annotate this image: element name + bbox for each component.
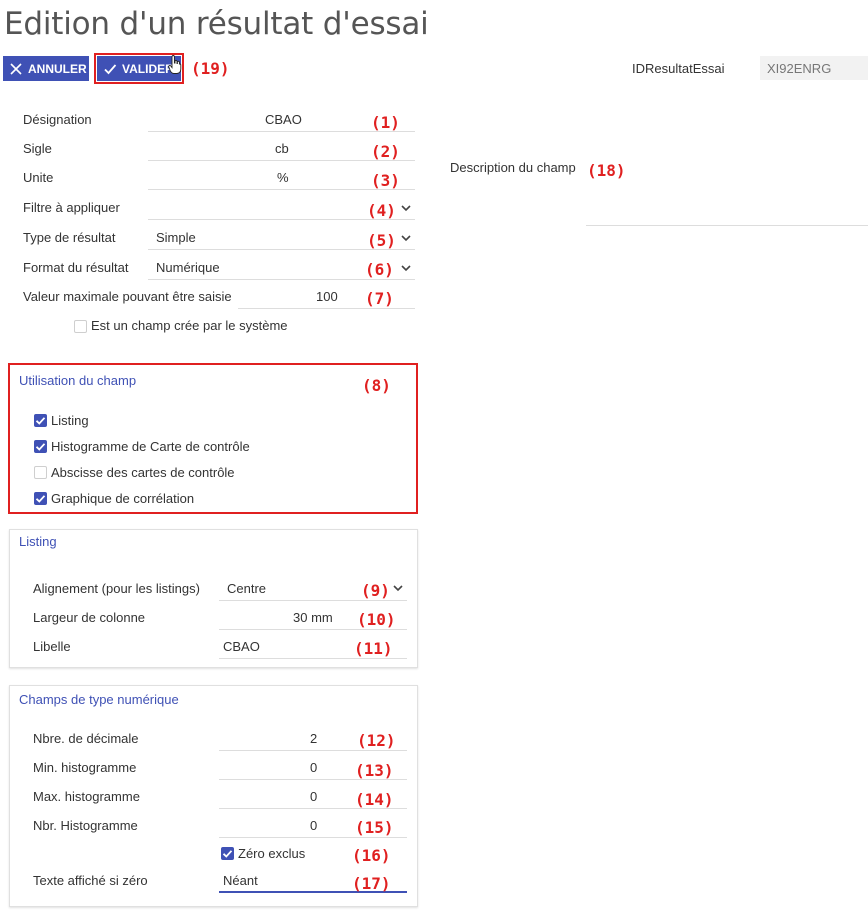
largeur-underline: [219, 629, 407, 630]
annotation-17: (17): [352, 874, 391, 893]
annotation-9: (9): [361, 581, 390, 600]
annotation-19: (19): [191, 59, 230, 78]
max-histo-value: 0: [310, 789, 318, 804]
id-resultat-value: XI92ENRG: [767, 61, 832, 76]
description-underline: [586, 225, 868, 226]
annotation-1: (1): [371, 113, 400, 132]
champ-systeme-checkbox[interactable]: [74, 320, 87, 333]
decimales-underline: [219, 750, 407, 751]
annotation-5: (5): [367, 231, 396, 250]
annotation-2: (2): [371, 142, 400, 161]
cancel-label: ANNULER: [28, 61, 87, 76]
champ-systeme-label: Est un champ crée par le système: [91, 318, 288, 333]
valeur-max-underline: [238, 308, 415, 309]
format-resultat-label: Format du résultat: [23, 260, 129, 275]
chevron-down-icon[interactable]: [400, 232, 412, 244]
hand-cursor-icon: [168, 55, 182, 78]
description-input[interactable]: [586, 190, 868, 225]
zero-exclus-label: Zéro exclus: [238, 846, 306, 861]
validate-label: VALIDER: [122, 61, 174, 76]
unite-value: %: [277, 170, 289, 185]
decimales-value: 2: [310, 731, 318, 746]
listing-checkbox[interactable]: [34, 414, 47, 427]
annotation-16: (16): [352, 846, 391, 865]
libelle-label: Libelle: [33, 639, 71, 654]
chevron-down-icon[interactable]: [392, 582, 404, 594]
annotation-7: (7): [365, 289, 394, 308]
annotation-3: (3): [371, 171, 400, 190]
listing-checkbox-label: Listing: [51, 413, 89, 428]
annotation-4: (4): [367, 201, 396, 220]
texte-zero-label: Texte affiché si zéro: [33, 873, 148, 888]
page-title: Edition d'un résultat d'essai: [4, 6, 429, 42]
designation-label: Désignation: [23, 112, 92, 127]
annotation-11: (11): [354, 639, 393, 658]
zero-exclus-checkbox[interactable]: [221, 847, 234, 860]
id-resultat-label: IDResultatEssai: [632, 61, 725, 76]
annotation-12: (12): [357, 731, 396, 750]
annotation-10: (10): [357, 610, 396, 629]
annotation-13: (13): [355, 761, 394, 780]
format-resultat-underline: [148, 279, 415, 280]
min-histo-value: 0: [310, 760, 318, 775]
numerique-section-title: Champs de type numérique: [19, 692, 179, 707]
alignement-value: Centre: [227, 581, 267, 596]
annotation-8: (8): [362, 376, 391, 395]
filtre-label: Filtre à appliquer: [23, 200, 120, 215]
annotation-6: (6): [365, 260, 394, 279]
nbr-histo-value: 0: [310, 818, 318, 833]
type-resultat-label: Type de résultat: [23, 230, 116, 245]
sigle-label: Sigle: [23, 141, 52, 156]
correlation-checkbox-label: Graphique de corrélation: [51, 491, 195, 506]
valeur-max-value: 100: [316, 289, 338, 304]
min-histo-label: Min. histogramme: [33, 760, 137, 775]
designation-value: CBAO: [265, 112, 302, 127]
format-resultat-value: Numérique: [156, 260, 220, 275]
check-icon: [103, 62, 117, 76]
unite-label: Unite: [23, 170, 54, 185]
abscisse-checkbox-label: Abscisse des cartes de contrôle: [51, 465, 235, 480]
valeur-max-label: Valeur maximale pouvant être saisie: [23, 289, 232, 304]
alignement-underline: [219, 600, 407, 601]
type-resultat-value: Simple: [156, 230, 196, 245]
histogramme-checkbox[interactable]: [34, 440, 47, 453]
sigle-value: cb: [275, 141, 289, 156]
libelle-value: CBAO: [223, 639, 260, 654]
decimales-label: Nbre. de décimale: [33, 731, 139, 746]
largeur-value: 30 mm: [293, 610, 333, 625]
annotation-14: (14): [355, 790, 394, 809]
texte-zero-value: Néant: [223, 873, 258, 888]
nbr-histo-label: Nbr. Histogramme: [33, 818, 138, 833]
annotation-15: (15): [355, 818, 394, 837]
description-label: Description du champ: [450, 160, 576, 175]
chevron-down-icon[interactable]: [400, 202, 412, 214]
chevron-down-icon[interactable]: [400, 262, 412, 274]
listing-section-title: Listing: [19, 534, 57, 549]
close-icon: [9, 62, 23, 76]
annotation-18: (18): [587, 161, 626, 180]
largeur-label: Largeur de colonne: [33, 610, 146, 625]
utilisation-title: Utilisation du champ: [19, 373, 137, 388]
histogramme-checkbox-label: Histogramme de Carte de contrôle: [51, 439, 250, 454]
abscisse-checkbox[interactable]: [34, 466, 47, 479]
cancel-button[interactable]: ANNULER: [3, 56, 89, 81]
correlation-checkbox[interactable]: [34, 492, 47, 505]
alignement-label: Alignement (pour les listings): [33, 581, 200, 596]
libelle-underline: [219, 658, 407, 659]
max-histo-label: Max. histogramme: [33, 789, 140, 804]
nbr-histo-underline: [219, 837, 407, 838]
